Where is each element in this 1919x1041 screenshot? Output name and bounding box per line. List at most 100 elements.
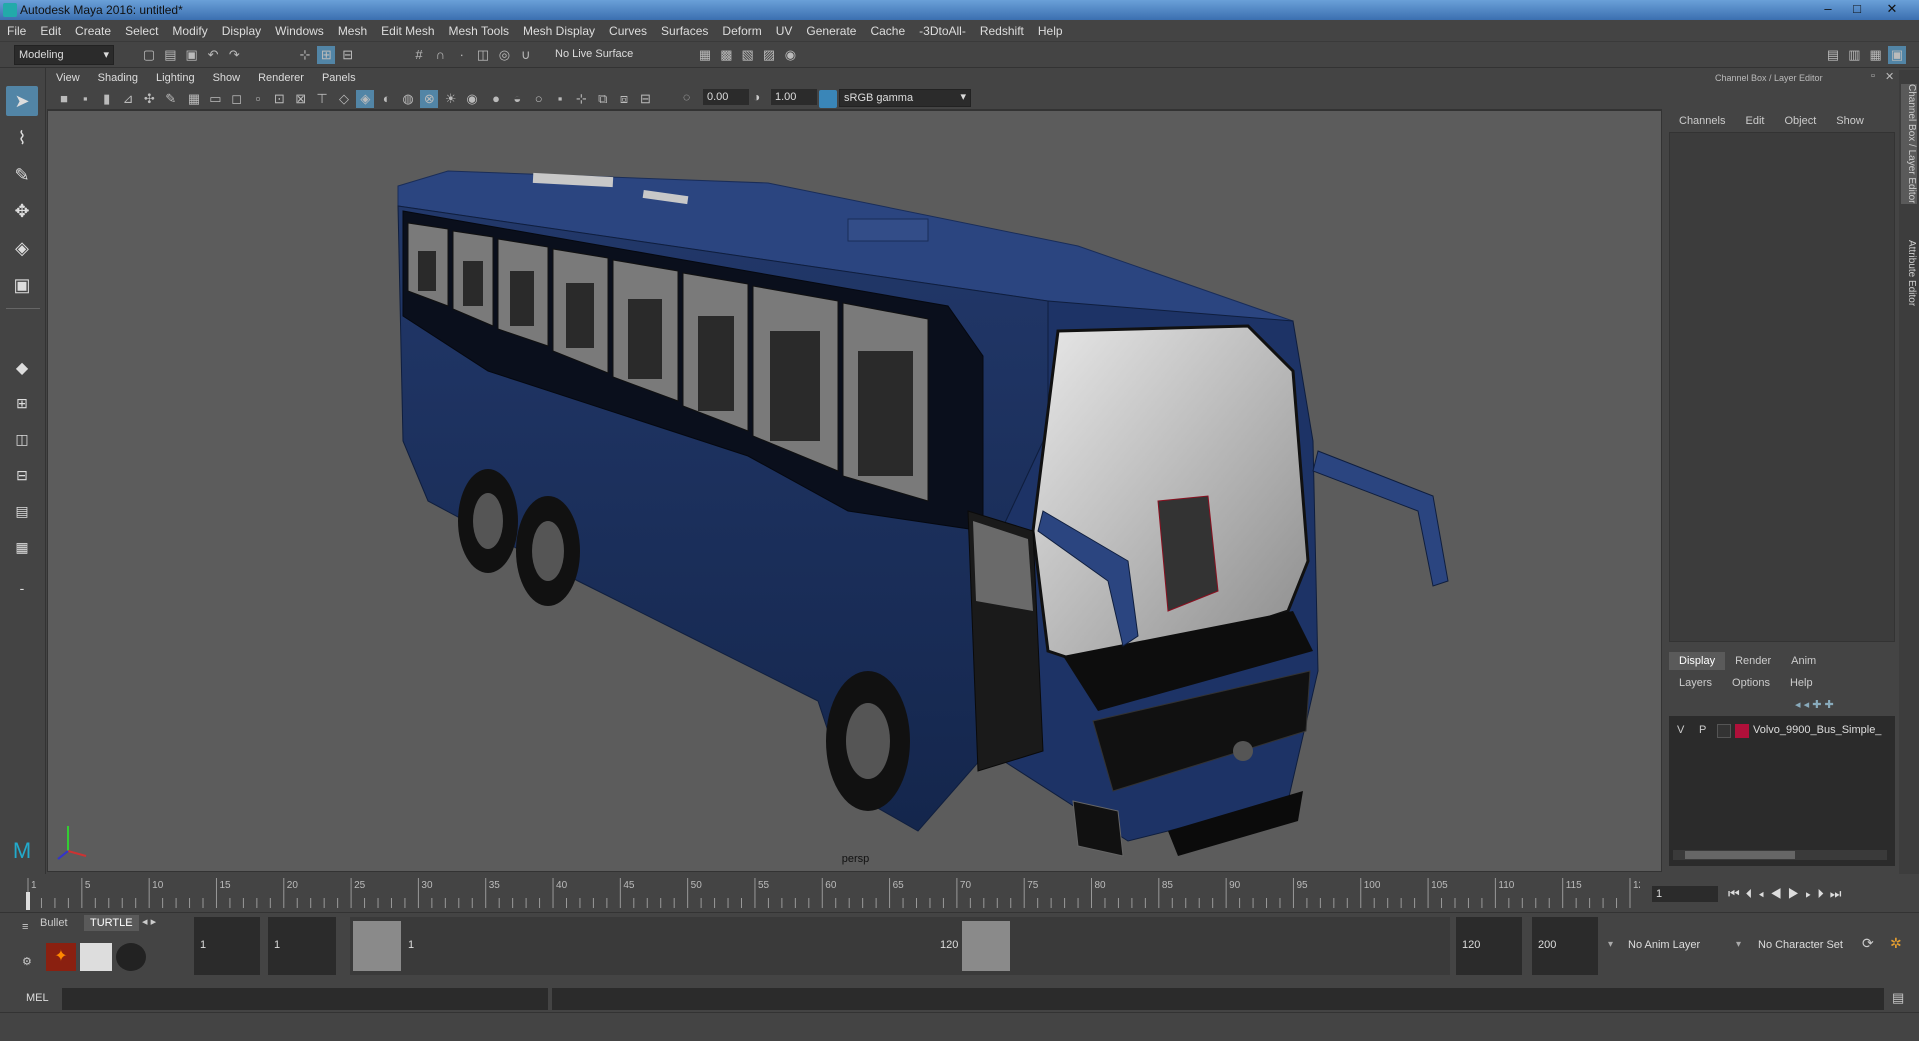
- four-pane-layout-icon[interactable]: ⊞: [6, 388, 38, 418]
- textured-icon[interactable]: ◍: [399, 90, 417, 108]
- tab-display[interactable]: Display: [1669, 652, 1726, 670]
- layers-menu[interactable]: Layers: [1669, 674, 1722, 692]
- tab-anim[interactable]: Anim: [1781, 652, 1826, 670]
- playback-start-field[interactable]: 1: [268, 917, 336, 975]
- current-time-marker[interactable]: [26, 892, 30, 910]
- playback-end-field[interactable]: 120: [1456, 917, 1522, 975]
- chevron-down-icon[interactable]: ▾: [1736, 939, 1741, 950]
- menu-edit[interactable]: Edit: [33, 20, 68, 38]
- turtle-render-icon[interactable]: ✦: [46, 943, 76, 971]
- layer-playback-toggle[interactable]: P: [1699, 724, 1706, 736]
- help-menu[interactable]: Help: [1780, 674, 1823, 692]
- panel-menu-shading[interactable]: Shading: [89, 70, 147, 84]
- menu-3dtoall[interactable]: -3DtoAll-: [912, 20, 973, 38]
- perspective-viewport[interactable]: persp: [47, 110, 1662, 872]
- new-scene-icon[interactable]: ▢: [140, 46, 158, 64]
- panel-menu-panels[interactable]: Panels: [313, 70, 365, 84]
- select-object-icon[interactable]: ⊞: [317, 46, 336, 64]
- snap-surface-icon[interactable]: ◎: [495, 46, 513, 64]
- modeling-toolkit-icon[interactable]: ▤: [1824, 46, 1842, 64]
- render-frame-icon[interactable]: ▩: [717, 46, 735, 64]
- layer-name[interactable]: Volvo_9900_Bus_Simple_: [1753, 724, 1881, 736]
- use-lights-icon[interactable]: ◐: [378, 90, 396, 108]
- hypershade-layout-icon[interactable]: ▦: [6, 532, 38, 562]
- panel-menu-view[interactable]: View: [47, 70, 89, 84]
- menu-mesh-display[interactable]: Mesh Display: [516, 20, 602, 38]
- snap-view-icon[interactable]: ◫: [474, 46, 492, 64]
- resolution-gate-icon[interactable]: ◻: [228, 90, 246, 108]
- object-menu[interactable]: Object: [1774, 112, 1826, 130]
- new-layer-selected-icon[interactable]: ✚: [1824, 699, 1833, 711]
- more-layouts-icon[interactable]: -: [6, 573, 38, 603]
- animation-preferences-icon[interactable]: ✲: [1890, 935, 1902, 952]
- resolution-icon[interactable]: ⊟: [636, 90, 654, 108]
- snap-grid-icon[interactable]: #: [410, 46, 428, 64]
- xray-joints-icon[interactable]: ⊹: [572, 90, 590, 108]
- gate-mask-icon[interactable]: ▫: [249, 90, 267, 108]
- close-panel-icon[interactable]: ✕: [1885, 70, 1894, 83]
- shelf-tab-bullet[interactable]: Bullet: [40, 917, 68, 929]
- menu-file[interactable]: File: [0, 20, 33, 38]
- select-component-icon[interactable]: ⊟: [339, 46, 357, 64]
- menu-redshift[interactable]: Redshift: [973, 20, 1031, 38]
- menu-edit-mesh[interactable]: Edit Mesh: [374, 20, 441, 38]
- side-by-side-layout-icon[interactable]: ◫: [6, 424, 38, 454]
- safe-title-icon[interactable]: ⊤: [313, 90, 331, 108]
- ipr-render-icon[interactable]: ▧: [739, 46, 757, 64]
- menu-create[interactable]: Create: [68, 20, 118, 38]
- render-settings-icon[interactable]: ▦: [696, 46, 714, 64]
- range-slider-track[interactable]: 1 120: [350, 917, 1450, 975]
- select-tool-icon[interactable]: ➤: [6, 86, 38, 116]
- minimize-button[interactable]: –: [1814, 0, 1842, 18]
- menu-cache[interactable]: Cache: [863, 20, 912, 38]
- open-scene-icon[interactable]: ▤: [161, 46, 179, 64]
- hud-icon[interactable]: ⧈: [615, 90, 633, 108]
- layer-color-swatch[interactable]: [1735, 724, 1749, 738]
- step-forward-icon[interactable]: ⏵: [1817, 886, 1830, 901]
- camera-attributes-icon[interactable]: ▪: [76, 90, 94, 108]
- start-time-field[interactable]: 1: [194, 917, 260, 975]
- scale-tool-icon[interactable]: ▣: [6, 270, 38, 300]
- step-forward-key-icon[interactable]: ▸: [1805, 886, 1817, 901]
- play-forward-icon[interactable]: ▶: [1788, 886, 1806, 901]
- camera-select-icon[interactable]: ■: [55, 90, 73, 108]
- graph-layout-icon[interactable]: ▤: [6, 496, 38, 526]
- bookmark-icon[interactable]: ▮: [98, 90, 116, 108]
- xray-active-icon[interactable]: ⧉: [594, 90, 612, 108]
- field-chart-icon[interactable]: ⊡: [270, 90, 288, 108]
- command-input[interactable]: [62, 988, 548, 1010]
- panel-menu-lighting[interactable]: Lighting: [147, 70, 204, 84]
- redo-icon[interactable]: ↷: [225, 46, 243, 64]
- ambient-occlusion-icon[interactable]: ◉: [463, 90, 481, 108]
- two-d-pan-icon[interactable]: ✣: [140, 90, 158, 108]
- color-management-icon[interactable]: [819, 90, 837, 108]
- character-set-dropdown[interactable]: No Character Set: [1752, 917, 1852, 975]
- menu-uv[interactable]: UV: [769, 20, 800, 38]
- exposure-field[interactable]: 0.00: [703, 89, 749, 105]
- gamma-field[interactable]: 1.00: [771, 89, 817, 105]
- shelf-menu-icon[interactable]: ≡: [22, 921, 28, 933]
- menu-mesh-tools[interactable]: Mesh Tools: [442, 20, 516, 38]
- layer-list-scrollbar[interactable]: [1673, 850, 1887, 860]
- shelf-tab-turtle[interactable]: TURTLE: [84, 915, 139, 931]
- menu-display[interactable]: Display: [215, 20, 268, 38]
- time-slider[interactable]: 1 5 10 15 20 25 30 35 40 45 50 55 60 65 70 75 80 85 90 95 10…: [0, 874, 1919, 912]
- snap-magnet-icon[interactable]: ∪: [517, 46, 535, 64]
- turtle-bake-icon[interactable]: [80, 943, 112, 971]
- range-end-handle[interactable]: [962, 921, 1010, 971]
- menu-windows[interactable]: Windows: [268, 20, 331, 38]
- layer-type-toggle[interactable]: [1717, 724, 1731, 738]
- menu-curves[interactable]: Curves: [602, 20, 654, 38]
- snap-curve-icon[interactable]: ∩: [431, 46, 449, 64]
- range-start-handle[interactable]: [353, 921, 401, 971]
- channel-list[interactable]: [1669, 132, 1895, 642]
- xray-icon[interactable]: ⊗: [420, 90, 439, 108]
- gamma-icon[interactable]: ◑: [753, 90, 760, 104]
- anim-layer-dropdown[interactable]: No Anim Layer: [1622, 917, 1722, 975]
- motion-blur-icon[interactable]: ●: [487, 90, 505, 108]
- move-layer-down-icon[interactable]: ◂: [1804, 699, 1810, 711]
- tool-settings-icon[interactable]: ▦: [1867, 46, 1885, 64]
- layer-visibility-toggle[interactable]: V: [1677, 724, 1684, 736]
- outliner-layout-icon[interactable]: ⊟: [6, 460, 38, 490]
- maximize-button[interactable]: □: [1843, 0, 1871, 18]
